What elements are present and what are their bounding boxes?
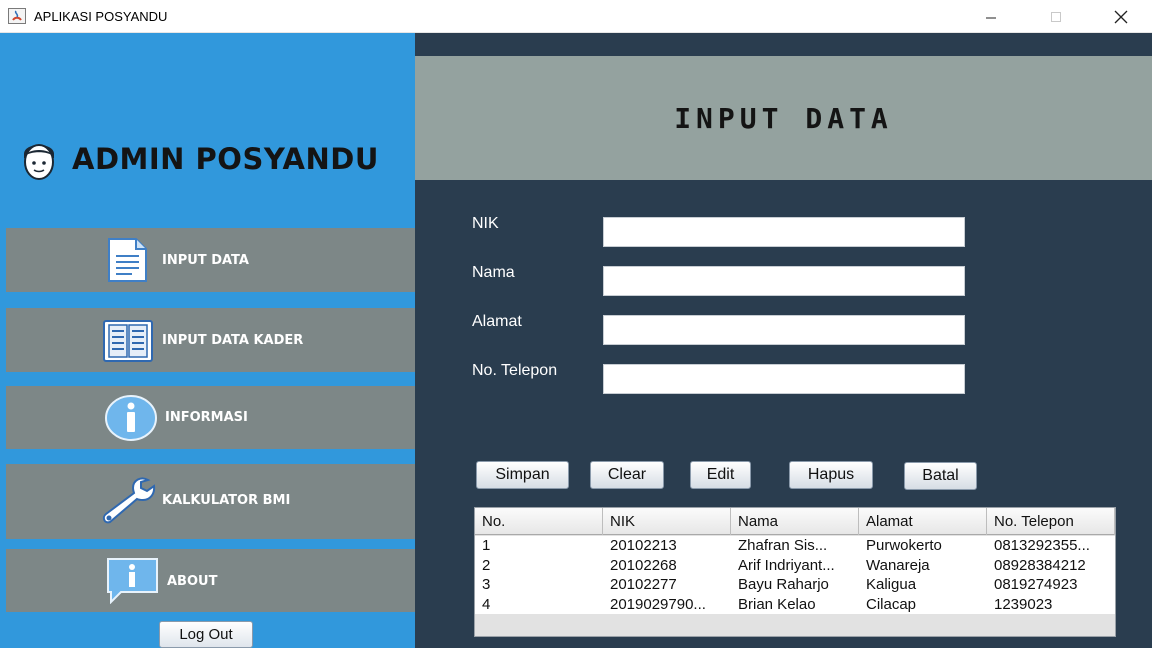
minimize-icon bbox=[986, 17, 996, 18]
table-cell: Bayu Raharjo bbox=[738, 576, 829, 593]
table-body: 1 20102213 Zhafran Sis... Purwokerto 081… bbox=[475, 536, 1115, 614]
table-row[interactable]: 2 20102268 Arif Indriyant... Wanareja 08… bbox=[475, 556, 1115, 576]
alamat-field[interactable] bbox=[603, 315, 965, 345]
batal-button[interactable]: Batal bbox=[904, 462, 977, 490]
table-cell: Zhafran Sis... bbox=[738, 537, 828, 554]
table-cell: 1239023 bbox=[994, 595, 1053, 613]
simpan-button[interactable]: Simpan bbox=[476, 461, 569, 489]
data-table[interactable]: No. NIK Nama Alamat No. Telepon 1 201022… bbox=[474, 507, 1116, 637]
table-header: No. NIK Nama Alamat No. Telepon bbox=[475, 508, 1115, 535]
admin-avatar-icon bbox=[24, 144, 54, 180]
table-cell: 2019029790... bbox=[610, 595, 706, 613]
info-icon bbox=[105, 394, 157, 442]
maximize-icon bbox=[1051, 11, 1061, 22]
maximize-button[interactable] bbox=[1033, 0, 1079, 33]
sidebar-item-label: INPUT DATA KADER bbox=[162, 333, 304, 348]
main-panel: INPUT DATA NIK Nama Alamat No. Telepon S… bbox=[415, 33, 1152, 648]
sidebar-item-label: ABOUT bbox=[167, 574, 218, 589]
table-cell: Cilacap bbox=[866, 595, 917, 613]
table-cell: Wanareja bbox=[866, 556, 930, 574]
minimize-button[interactable] bbox=[968, 0, 1014, 33]
column-header-telepon[interactable]: No. Telepon bbox=[987, 508, 1115, 535]
sidebar-item-informasi[interactable]: INFORMASI bbox=[6, 386, 415, 449]
table-row[interactable]: 3 20102277 Bayu Raharjo Kaligua 08192749… bbox=[475, 575, 1115, 595]
sidebar-item-kalkulator-bmi[interactable]: KALKULATOR BMI bbox=[6, 464, 415, 539]
sidebar-item-label: INFORMASI bbox=[165, 410, 248, 425]
column-header-nik[interactable]: NIK bbox=[603, 508, 731, 535]
table-cell: 2 bbox=[482, 556, 491, 574]
about-bubble-icon bbox=[105, 556, 161, 604]
close-icon bbox=[1114, 10, 1128, 23]
table-row[interactable]: 1 20102213 Zhafran Sis... Purwokerto 081… bbox=[475, 536, 1115, 556]
table-cell: 3 bbox=[482, 576, 491, 593]
table-cell: 20102277 bbox=[610, 576, 677, 593]
java-app-icon bbox=[8, 8, 26, 24]
logout-button[interactable]: Log Out bbox=[159, 621, 253, 648]
column-header-nama[interactable]: Nama bbox=[731, 508, 859, 535]
table-cell: 4 bbox=[482, 595, 491, 613]
window-titlebar: APLIKASI POSYANDU bbox=[0, 0, 1152, 33]
table-cell: 20102268 bbox=[610, 556, 677, 574]
telepon-label: No. Telepon bbox=[472, 362, 558, 379]
table-cell: Purwokerto bbox=[866, 537, 942, 554]
page-title: INPUT DATA bbox=[674, 102, 893, 135]
document-icon bbox=[106, 238, 148, 282]
nik-field[interactable] bbox=[603, 217, 965, 247]
brand: ADMIN POSYANDU bbox=[18, 136, 379, 182]
sidebar-item-label: INPUT DATA bbox=[162, 253, 249, 268]
table-cell: 0819274923 bbox=[994, 576, 1078, 593]
sidebar-item-label: KALKULATOR BMI bbox=[162, 493, 291, 508]
table-row[interactable]: 4 2019029790... Brian Kelao Cilacap 1239… bbox=[475, 595, 1115, 615]
sidebar-item-about[interactable]: ABOUT bbox=[6, 549, 415, 612]
table-cell: Brian Kelao bbox=[738, 595, 816, 613]
brand-title: ADMIN POSYANDU bbox=[72, 142, 379, 176]
telepon-field[interactable] bbox=[603, 364, 965, 394]
clear-button[interactable]: Clear bbox=[590, 461, 664, 489]
window-title: APLIKASI POSYANDU bbox=[34, 9, 168, 24]
edit-button[interactable]: Edit bbox=[690, 461, 751, 489]
sidebar: ADMIN POSYANDU INPUT DATA INPUT DATA KAD… bbox=[0, 33, 415, 648]
book-icon bbox=[102, 317, 154, 363]
nama-label: Nama bbox=[472, 264, 515, 281]
table-cell: Kaligua bbox=[866, 576, 917, 593]
alamat-label: Alamat bbox=[472, 313, 522, 330]
header-band: INPUT DATA bbox=[415, 56, 1152, 180]
column-header-no[interactable]: No. bbox=[475, 508, 603, 535]
column-header-alamat[interactable]: Alamat bbox=[859, 508, 987, 535]
table-cell: Arif Indriyant... bbox=[738, 556, 835, 574]
close-button[interactable] bbox=[1098, 0, 1144, 33]
sidebar-item-input-data[interactable]: INPUT DATA bbox=[6, 228, 415, 292]
nama-field[interactable] bbox=[603, 266, 965, 296]
table-cell: 0813292355... bbox=[994, 537, 1090, 554]
wrench-icon bbox=[98, 474, 158, 526]
sidebar-item-input-data-kader[interactable]: INPUT DATA KADER bbox=[6, 308, 415, 372]
table-cell: 08928384212 bbox=[994, 556, 1086, 574]
nik-label: NIK bbox=[472, 215, 499, 232]
hapus-button[interactable]: Hapus bbox=[789, 461, 873, 489]
table-cell: 1 bbox=[482, 537, 491, 554]
table-cell: 20102213 bbox=[610, 537, 677, 554]
